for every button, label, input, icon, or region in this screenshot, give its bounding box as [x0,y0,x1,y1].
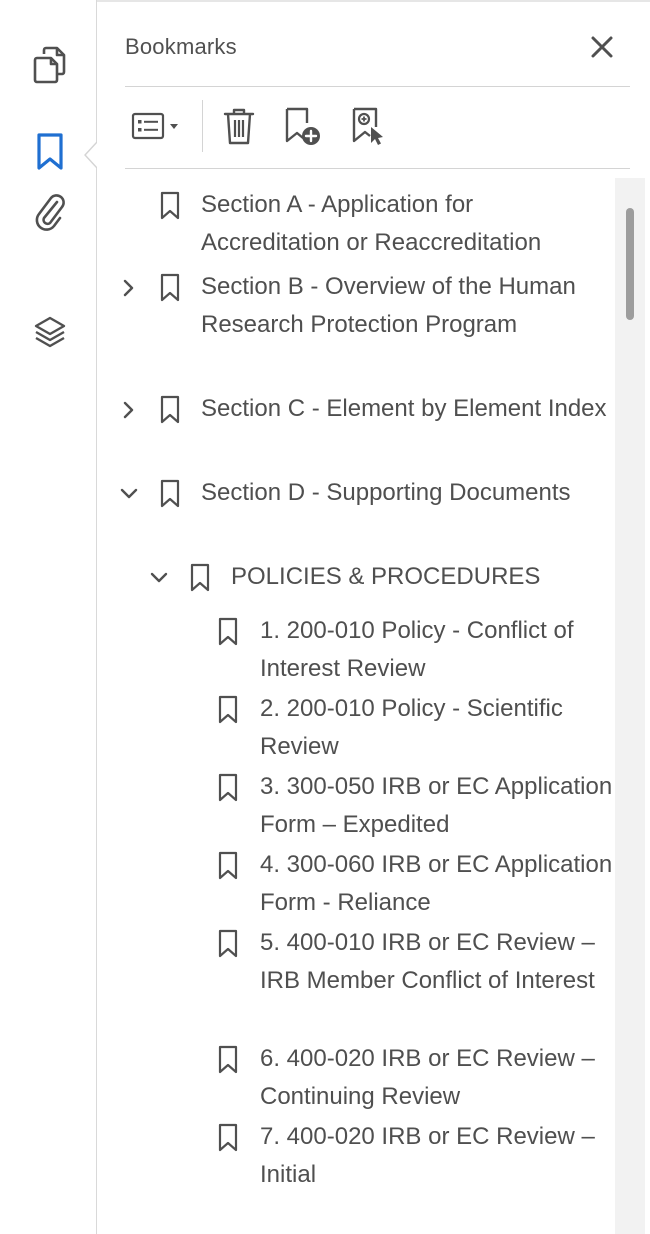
bookmark-label[interactable]: 5. 400-010 IRB or EC Review – IRB Member… [260,924,615,1000]
chevron-right-icon[interactable] [119,278,139,298]
bookmark-label[interactable]: Section C - Element by Element Index [201,390,613,428]
delete-bookmark-button[interactable] [217,104,261,152]
bookmark-icon [159,191,181,221]
bookmarks-button[interactable] [30,132,70,172]
bookmark-item[interactable]: Section A - Application for Accreditatio… [97,186,615,262]
bookmark-item[interactable]: 7. 400-020 IRB or EC Review – Initial [97,1118,615,1194]
bookmark-item[interactable]: 6. 400-020 IRB or EC Review – Continuing… [97,1040,615,1116]
bookmark-item[interactable]: 2. 200-010 Policy - Scientific Review [97,690,615,766]
bookmarks-panel: Bookmarks Section A - Application for Ac… [97,0,650,1234]
bookmark-icon [217,1123,239,1153]
new-bookmark-icon [282,105,322,152]
header-divider [125,86,630,87]
bookmark-icon [217,695,239,725]
options-list-icon [131,111,167,146]
bookmark-item[interactable]: POLICIES & PROCEDURES [97,558,615,602]
bookmark-icon [159,479,181,509]
page-thumbnails-button[interactable] [30,45,70,85]
bookmark-icon [36,132,64,172]
bookmark-list: Section A - Application for Accreditatio… [97,178,615,1234]
bookmark-item[interactable]: Section C - Element by Element Index [97,390,615,466]
chevron-right-icon[interactable] [119,400,139,420]
layers-icon [33,315,67,349]
bookmark-icon [159,273,181,303]
bookmark-icon [217,851,239,881]
new-bookmark-button[interactable] [277,104,327,152]
bookmark-label[interactable]: POLICIES & PROCEDURES [231,558,613,596]
toolbar-bottom-divider [125,168,630,169]
bookmark-icon [217,929,239,959]
attachment-paperclip-icon [34,192,66,232]
bookmark-label[interactable]: 7. 400-020 IRB or EC Review – Initial [260,1118,615,1194]
close-icon [587,36,617,66]
attachments-button[interactable] [30,192,70,232]
toolbar-divider [202,100,203,152]
bookmark-icon [217,773,239,803]
scrollbar-thumb[interactable] [626,208,634,320]
bookmark-icon [217,1045,239,1075]
trash-icon [222,106,256,151]
left-navigation-rail [0,0,100,1234]
bookmark-item[interactable]: 3. 300-050 IRB or EC Application Form – … [97,768,615,844]
bookmark-label[interactable]: 1. 200-010 Policy - Conflict of Interest… [260,612,615,688]
bookmarks-toolbar [125,100,630,156]
bookmark-icon [217,617,239,647]
bookmark-label[interactable]: Section D - Supporting Documents [201,474,613,512]
bookmark-item[interactable]: 1. 200-010 Policy - Conflict of Interest… [97,612,615,688]
panel-title: Bookmarks [125,34,237,59]
bookmark-item[interactable]: Section D - Supporting Documents [97,474,615,550]
add-bookmark-selection-icon [349,105,387,152]
bookmark-label[interactable]: 6. 400-020 IRB or EC Review – Continuing… [260,1040,615,1116]
bookmark-label[interactable]: 2. 200-010 Policy - Scientific Review [260,690,615,766]
bookmark-label[interactable]: Section A - Application for Accreditatio… [201,186,613,262]
bookmark-icon [189,563,211,593]
bookmark-icon [159,395,181,425]
bookmark-label[interactable]: 4. 300-060 IRB or EC Application Form - … [260,846,615,922]
bookmark-item[interactable]: 4. 300-060 IRB or EC Application Form - … [97,846,615,922]
close-panel-button[interactable] [587,32,617,62]
vertical-scrollbar[interactable] [615,178,645,1234]
layers-button[interactable] [30,312,70,352]
bookmarks-pane: Bookmarks Section A - Application for Ac… [0,0,650,1234]
add-bookmark-from-selection-button[interactable] [345,104,391,152]
chevron-down-icon[interactable] [149,568,169,588]
bookmark-label[interactable]: 3. 300-050 IRB or EC Application Form – … [260,768,615,844]
chevron-down-icon[interactable] [119,484,139,504]
bookmark-label[interactable]: Section B - Overview of the Human Resear… [201,268,613,344]
options-menu-button[interactable] [125,104,187,152]
bookmark-item[interactable]: 5. 400-010 IRB or EC Review – IRB Member… [97,924,615,1038]
dropdown-caret-icon [167,111,181,146]
page-thumbnails-icon [33,46,67,84]
bookmark-item[interactable]: Section B - Overview of the Human Resear… [97,268,615,382]
